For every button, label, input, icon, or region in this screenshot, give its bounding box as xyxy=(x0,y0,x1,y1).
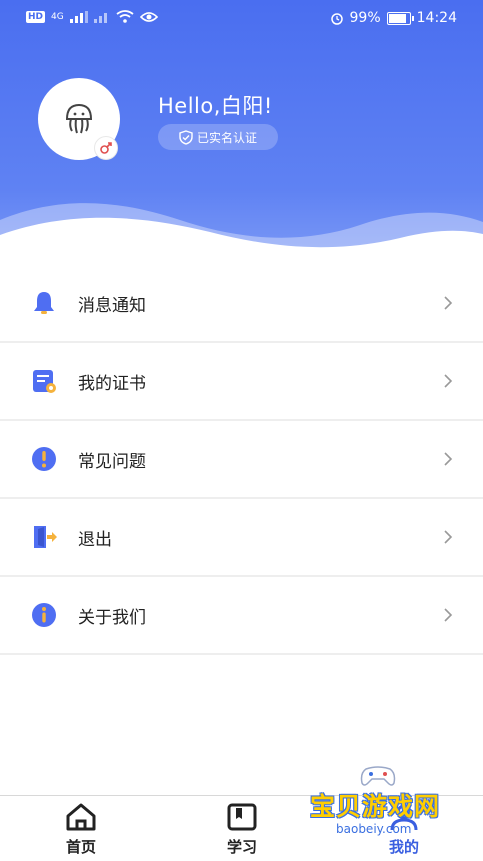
signal-icon xyxy=(69,10,88,23)
chevron-right-icon xyxy=(444,374,453,388)
menu-item-label: 我的证书 xyxy=(78,373,146,394)
watermark: 宝贝游戏网 baobeiy.com xyxy=(300,765,475,855)
menu-item-about[interactable]: 关于我们 xyxy=(0,577,483,655)
info-icon xyxy=(32,603,56,627)
signal-2-icon xyxy=(93,12,107,23)
profile-header: HD 4G 99% 14:24 Hello,白阳! 已实名认证 xyxy=(0,0,483,270)
book-icon xyxy=(227,803,257,831)
menu-item-label: 退出 xyxy=(78,529,112,550)
tab-home[interactable]: 首页 xyxy=(51,802,111,857)
home-icon xyxy=(66,803,96,831)
alarm-icon xyxy=(330,13,343,25)
menu-item-label: 关于我们 xyxy=(78,607,146,628)
logout-icon xyxy=(34,526,57,548)
gamepad-icon xyxy=(360,766,396,786)
chevron-right-icon xyxy=(444,452,453,466)
chevron-right-icon xyxy=(444,608,453,622)
eye-icon xyxy=(139,11,158,22)
menu-item-faq[interactable]: 常见问题 xyxy=(0,421,483,499)
chevron-right-icon xyxy=(444,296,453,310)
battery-icon xyxy=(386,11,414,25)
hd-badge: HD xyxy=(26,10,46,23)
tab-label: 首页 xyxy=(65,838,96,856)
greeting: Hello,白阳! xyxy=(158,94,273,118)
verified-label: 已实名认证 xyxy=(196,130,257,145)
bell-icon xyxy=(34,292,54,314)
network-label: 4G xyxy=(51,11,64,22)
menu-item-notifications[interactable]: 消息通知 xyxy=(0,265,483,343)
gender-badge xyxy=(94,136,118,160)
jellyfish-avatar-icon xyxy=(65,103,93,134)
header-wave xyxy=(0,203,483,270)
status-bar: HD 4G 99% 14:24 xyxy=(0,0,483,38)
question-icon xyxy=(32,447,56,471)
chevron-right-icon xyxy=(444,530,453,544)
certificate-icon xyxy=(33,370,56,393)
menu-item-logout[interactable]: 退出 xyxy=(0,499,483,577)
clock: 14:24 xyxy=(416,10,457,26)
male-icon xyxy=(100,142,112,154)
menu-item-certificates[interactable]: 我的证书 xyxy=(0,343,483,421)
tab-study[interactable]: 学习 xyxy=(212,802,272,857)
menu-item-label: 常见问题 xyxy=(78,451,146,472)
shield-check-icon xyxy=(179,129,193,145)
menu-item-label: 消息通知 xyxy=(78,295,146,316)
verified-badge: 已实名认证 xyxy=(158,124,278,150)
watermark-url: baobeiy.com xyxy=(336,822,412,836)
battery-percent: 99% xyxy=(349,10,381,26)
watermark-title: 宝贝游戏网 xyxy=(310,792,441,821)
wifi-icon xyxy=(116,10,134,23)
tab-label: 学习 xyxy=(226,838,257,856)
menu-list: 消息通知 我的证书 常见问题 退出 关于我们 xyxy=(0,265,483,655)
